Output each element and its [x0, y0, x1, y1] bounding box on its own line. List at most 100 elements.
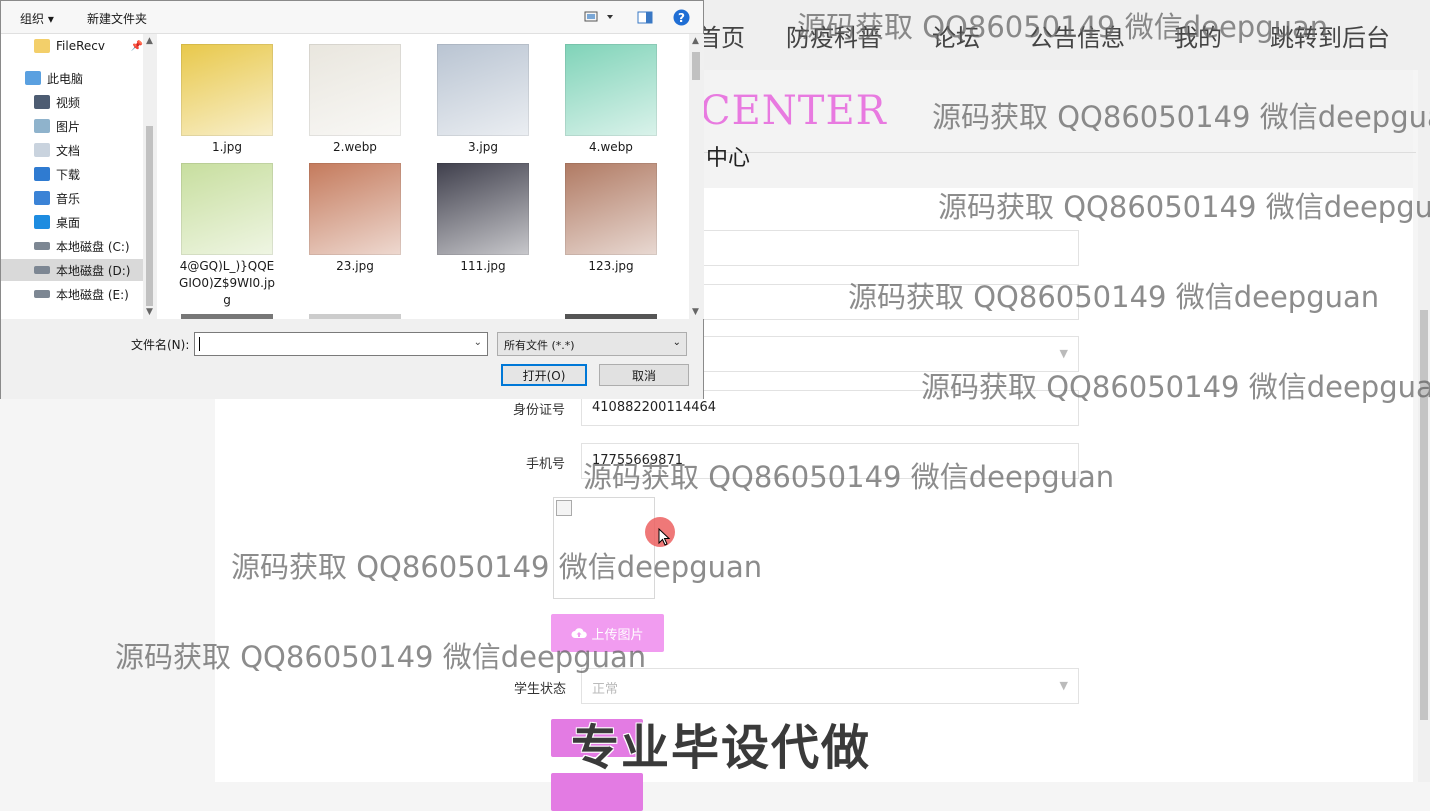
- pictures-icon: [34, 119, 50, 133]
- help-icon[interactable]: ?: [673, 9, 690, 26]
- broken-image-icon: [556, 500, 572, 516]
- file-thumbnail[interactable]: [565, 163, 657, 255]
- drive-icon: [34, 266, 50, 274]
- id-number-label: 身份证号: [512, 403, 565, 418]
- organize-menu[interactable]: 组织 ▾: [20, 10, 54, 27]
- file-thumbnail[interactable]: [437, 163, 529, 255]
- navigation-scrollbar[interactable]: ▲ ▼: [143, 34, 156, 319]
- file-name[interactable]: 123.jpg: [547, 258, 675, 275]
- chevron-down-icon[interactable]: ⌄: [474, 337, 482, 348]
- scroll-down-icon[interactable]: ▼: [146, 307, 153, 317]
- scroll-down-icon[interactable]: ▼: [692, 307, 699, 317]
- view-options-icon[interactable]: [584, 11, 614, 23]
- tree-item-label: 音乐: [56, 191, 81, 206]
- file-open-dialog: 组织 ▾ 新建文件夹 ? FileRecv 📌 此电脑 视频 图片 文档 下载 …: [0, 0, 704, 399]
- student-status-select[interactable]: 正常 ▼: [581, 668, 1079, 704]
- tree-item-label: FileRecv: [56, 39, 105, 53]
- student-status-label: 学生状态: [513, 682, 566, 697]
- file-name[interactable]: 2.webp: [291, 139, 419, 156]
- file-list: 1.jpg 2.webp 3.jpg 4.webp 4@GQ)L_)}QQEGI…: [157, 34, 689, 319]
- promo-banner-text: 专业毕设代做: [571, 720, 872, 776]
- folder-icon: [34, 39, 50, 53]
- tree-item-this-pc[interactable]: 此电脑: [1, 67, 143, 89]
- new-folder-button[interactable]: 新建文件夹: [87, 10, 147, 27]
- chevron-down-icon: ▼: [1059, 679, 1068, 692]
- phone-label: 手机号: [525, 457, 565, 472]
- tree-item-drive-d[interactable]: 本地磁盘 (D:): [1, 259, 143, 281]
- open-button[interactable]: 打开(O): [501, 364, 587, 386]
- tree-item-label: 文档: [56, 143, 81, 158]
- watermark: 源码获取 QQ86050149 微信deepguan: [797, 10, 1329, 44]
- file-name[interactable]: 1.jpg: [163, 139, 291, 156]
- navigation-pane: FileRecv 📌 此电脑 视频 图片 文档 下载 音乐 桌面 本地磁盘 (C…: [1, 34, 156, 319]
- tree-item-filerecv[interactable]: FileRecv 📌: [1, 35, 143, 57]
- header-divider: [700, 152, 1416, 153]
- secondary-button[interactable]: [551, 773, 643, 811]
- drive-icon: [34, 290, 50, 298]
- file-list-scroll-thumb[interactable]: [692, 52, 700, 80]
- music-icon: [34, 191, 50, 205]
- desktop-icon: [34, 215, 50, 229]
- tree-item-drive-c[interactable]: 本地磁盘 (C:): [1, 235, 143, 257]
- watermark: 源码获取 QQ86050149 微信deepguan: [921, 370, 1430, 404]
- filename-input[interactable]: ⌄: [194, 332, 488, 356]
- tree-item-videos[interactable]: 视频: [1, 91, 143, 113]
- file-thumbnail[interactable]: [309, 44, 401, 136]
- watermark: 源码获取 QQ86050149 微信deepguan: [115, 640, 647, 674]
- scroll-up-icon[interactable]: ▲: [692, 36, 699, 46]
- file-thumbnail[interactable]: [565, 44, 657, 136]
- file-name[interactable]: 4@GQ)L_)}QQEGIO0)Z$9WI0.jpg: [163, 258, 291, 309]
- file-type-value: 所有文件 (*.*): [504, 339, 575, 352]
- dialog-toolbar: 组织 ▾ 新建文件夹 ?: [1, 1, 703, 34]
- file-name[interactable]: 3.jpg: [419, 139, 547, 156]
- watermark: 源码获取 QQ86050149 微信deepguan: [848, 280, 1380, 314]
- tree-item-music[interactable]: 音乐: [1, 187, 143, 209]
- center-subtitle: 中心: [706, 146, 751, 171]
- pin-icon: 📌: [130, 40, 143, 52]
- computer-icon: [25, 71, 41, 85]
- tree-item-label: 桌面: [56, 215, 81, 230]
- page-scrollbar[interactable]: [1418, 70, 1430, 782]
- file-thumbnail[interactable]: [181, 163, 273, 255]
- drive-icon: [34, 242, 50, 250]
- scroll-up-icon[interactable]: ▲: [146, 36, 153, 46]
- navigation-scroll-thumb[interactable]: [146, 126, 153, 306]
- tree-item-desktop[interactable]: 桌面: [1, 211, 143, 233]
- student-status-value: 正常: [592, 682, 619, 697]
- tree-item-label: 本地磁盘 (C:): [56, 239, 130, 254]
- file-type-select[interactable]: 所有文件 (*.*) ⌄: [497, 332, 687, 356]
- cancel-button[interactable]: 取消: [599, 364, 689, 386]
- tree-item-drive-e[interactable]: 本地磁盘 (E:): [1, 283, 143, 305]
- watermark: 源码获取 QQ86050149 微信deepguan: [583, 460, 1115, 494]
- tree-item-documents[interactable]: 文档: [1, 139, 143, 161]
- svg-text:?: ?: [678, 11, 685, 25]
- chevron-down-icon: ▼: [1059, 347, 1068, 360]
- tree-item-label: 本地磁盘 (E:): [56, 287, 129, 302]
- watermark: 源码获取 QQ86050149 微信deepguan: [938, 190, 1430, 224]
- tree-item-label: 此电脑: [47, 71, 84, 86]
- dialog-footer: 文件名(N): ⌄ 所有文件 (*.*) ⌄ 打开(O) 取消: [1, 319, 703, 399]
- tree-item-label: 本地磁盘 (D:): [56, 263, 131, 278]
- tree-item-label: 图片: [56, 119, 81, 134]
- watermark: 源码获取 QQ86050149 微信deepguan: [231, 550, 763, 584]
- watermark: 源码获取 QQ86050149 微信deepguan: [932, 100, 1430, 134]
- file-list-scrollbar[interactable]: ▲ ▼: [689, 34, 704, 319]
- tree-item-label: 下载: [56, 167, 81, 182]
- file-name[interactable]: 23.jpg: [291, 258, 419, 275]
- center-title: CENTER: [700, 88, 887, 134]
- video-icon: [34, 95, 50, 109]
- tree-item-pictures[interactable]: 图片: [1, 115, 143, 137]
- file-thumbnail[interactable]: [309, 163, 401, 255]
- filename-label: 文件名(N):: [131, 338, 190, 352]
- file-name[interactable]: 111.jpg: [419, 258, 547, 275]
- tree-item-downloads[interactable]: 下载: [1, 163, 143, 185]
- text-caret: [199, 337, 200, 351]
- chevron-down-icon: ⌄: [672, 337, 681, 348]
- preview-pane-icon[interactable]: [637, 11, 653, 24]
- nav-home[interactable]: 首页: [697, 18, 745, 53]
- documents-icon: [34, 143, 50, 157]
- download-icon: [34, 167, 50, 181]
- file-thumbnail[interactable]: [181, 44, 273, 136]
- file-name[interactable]: 4.webp: [547, 139, 675, 156]
- file-thumbnail[interactable]: [437, 44, 529, 136]
